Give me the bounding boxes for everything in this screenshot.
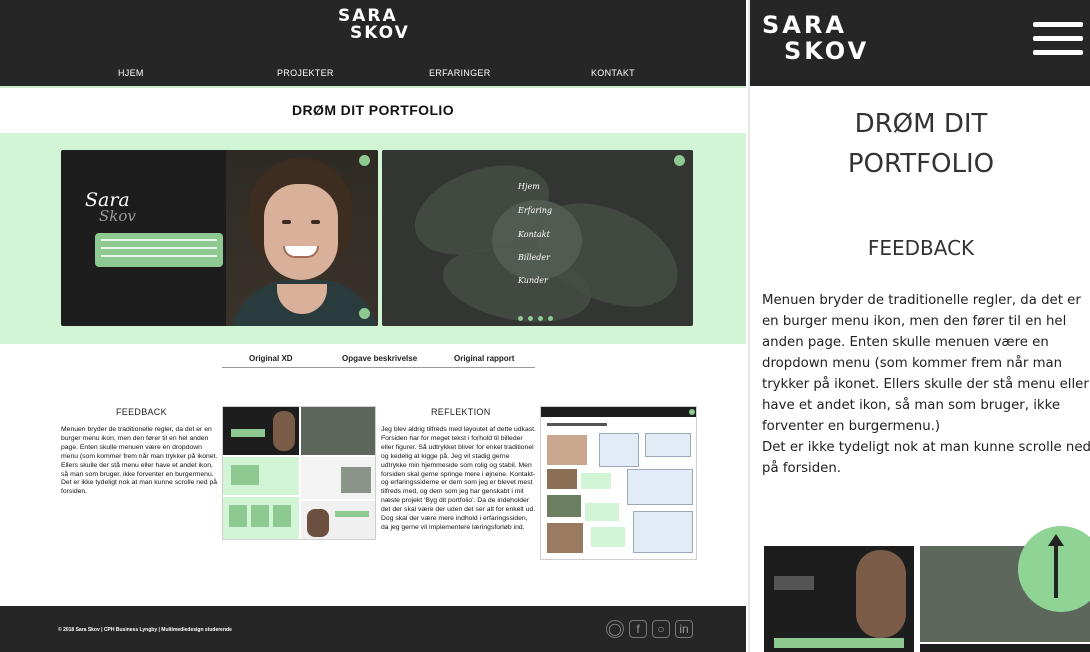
desktop-page: SARA SKOV HJEM PROJEKTER ERFARINGER KONT… xyxy=(0,0,746,652)
tab-original-xd[interactable]: Original XD xyxy=(249,354,293,363)
preview-home-screenshot: Sara Skov xyxy=(61,150,378,326)
mobile-feedback-heading: FEEDBACK xyxy=(867,236,975,260)
mobile-feedback-paragraph-1: Menuen bryder de traditionelle regler, d… xyxy=(762,293,1089,434)
main-nav: HJEM PROJEKTER ERFARINGER KONTAKT xyxy=(0,68,746,84)
preview-menu-icon xyxy=(359,155,370,166)
preview-menu-erfaring: Erfaring xyxy=(518,206,553,215)
reflection-heading: REFLEKTION xyxy=(431,407,491,417)
portrait-face xyxy=(264,184,338,280)
nav-erfaringer[interactable]: ERFARINGER xyxy=(429,68,491,78)
feedback-text: Menuen bryder de traditionelle regler, d… xyxy=(61,426,218,496)
linkedin-icon[interactable]: in xyxy=(675,620,693,638)
preview-menu-kontakt: Kontakt xyxy=(518,230,550,239)
logo-line-2: SKOV xyxy=(350,23,410,43)
hamburger-menu-icon[interactable] xyxy=(1033,22,1083,62)
reflection-text: Jeg blev aldrig tilfreds med layoutet af… xyxy=(381,426,536,531)
preview-menu-kunder: Kunder xyxy=(518,276,548,285)
preview-menu-hjem: Hjem xyxy=(518,182,540,191)
mobile-logo[interactable]: SARA SKOV xyxy=(762,12,869,64)
preview-brand-logo: Sara Skov xyxy=(85,191,136,225)
preview-pager-dot xyxy=(548,316,553,321)
portrait-eye xyxy=(311,220,320,224)
nav-kontakt[interactable]: KONTAKT xyxy=(591,68,635,78)
site-footer: © 2018 Sara Skov | CPH Business Lyngby |… xyxy=(0,606,746,652)
nav-hjem[interactable]: HJEM xyxy=(118,68,144,78)
mobile-feedback-paragraph-2: Det er ikke tydeligt nok at man kunne sc… xyxy=(762,440,1090,476)
preview-pager-dot xyxy=(528,316,533,321)
mobile-logo-line-2: SKOV xyxy=(784,37,870,65)
facebook-icon[interactable]: f xyxy=(629,620,647,638)
mobile-feedback-text: Menuen bryder de traditionelle regler, d… xyxy=(762,290,1090,479)
instagram-icon[interactable]: ○ xyxy=(652,620,670,638)
mobile-logo-line-1: SARA xyxy=(762,11,847,39)
preview-pager-dot xyxy=(518,316,523,321)
mobile-title-line-1: DRØM DIT xyxy=(854,109,988,139)
tab-opgave-beskrivelse[interactable]: Opgave beskrivelse xyxy=(342,354,417,363)
arrow-up-icon xyxy=(1048,534,1064,598)
mobile-page: SARA SKOV DRØM DIT PORTFOLIO FEEDBACK Me… xyxy=(748,0,1090,652)
preview-pager-dot xyxy=(538,316,543,321)
nav-projekter[interactable]: PROJEKTER xyxy=(277,68,334,78)
tab-original-rapport[interactable]: Original rapport xyxy=(454,354,514,363)
preview-intro-box xyxy=(95,233,223,267)
thumbnail-report[interactable] xyxy=(540,406,697,560)
preview-close-icon xyxy=(674,155,685,166)
thumbnail-mockups-1[interactable] xyxy=(222,406,376,540)
mobile-page-title: DRØM DIT PORTFOLIO xyxy=(750,104,1090,184)
preview-menu-screenshot: Hjem Erfaring Kontakt Billeder Kunder xyxy=(382,150,693,326)
site-header: SARA SKOV HJEM PROJEKTER ERFARINGER KONT… xyxy=(0,0,746,88)
footer-copyright: © 2018 Sara Skov | CPH Business Lyngby |… xyxy=(58,627,232,633)
page-title: DRØM DIT PORTFOLIO xyxy=(292,102,454,118)
site-logo[interactable]: SARA SKOV xyxy=(338,8,408,42)
feedback-heading: FEEDBACK xyxy=(116,407,167,417)
mobile-title-line-2: PORTFOLIO xyxy=(847,149,995,179)
preview-scroll-icon xyxy=(359,308,370,319)
document-tabs: Original XD Opgave beskrivelse Original … xyxy=(222,352,535,368)
portrait-eye xyxy=(282,220,291,224)
preview-menu-billeder: Billeder xyxy=(518,253,550,262)
github-icon[interactable]: ◯ xyxy=(606,620,624,638)
mobile-header: SARA SKOV xyxy=(750,0,1090,86)
